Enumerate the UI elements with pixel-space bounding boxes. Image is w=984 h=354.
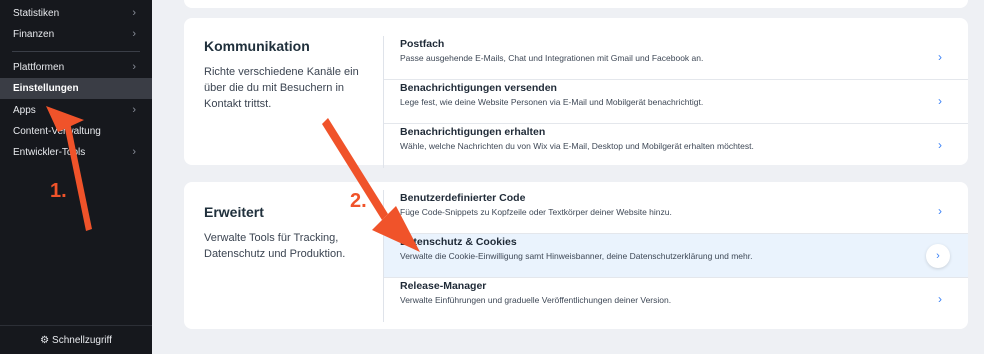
row-title: Benutzerdefinierter Code	[400, 192, 526, 204]
row-description: Verwalte Einführungen und graduelle Verö…	[400, 295, 672, 305]
section-card-erweitert: Erweitert Verwalte Tools für Tracking, D…	[184, 182, 968, 329]
gear-icon: ⚙	[40, 335, 50, 346]
row-title: Release-Manager	[400, 280, 487, 292]
row-datenschutz-cookies[interactable]: Datenschutz & Cookies Verwalte die Cooki…	[384, 234, 968, 278]
row-release-manager[interactable]: Release-Manager Verwalte Einführungen un…	[384, 278, 968, 322]
section-info: Erweitert Verwalte Tools für Tracking, D…	[204, 204, 369, 262]
row-description: Verwalte die Cookie-Einwilligung samt Hi…	[400, 251, 753, 261]
quick-access-label: Schnellzugriff	[52, 335, 112, 346]
row-benachrichtigungen-versenden[interactable]: Benachrichtigungen versenden Lege fest, …	[384, 80, 968, 124]
chevron-right-icon: ›	[926, 244, 950, 268]
sidebar-item-label: Plattformen	[13, 62, 65, 73]
sidebar-item-label: Entwickler-Tools	[13, 147, 86, 158]
chevron-right-icon: ›	[132, 104, 136, 116]
row-postfach[interactable]: Postfach Passe ausgehende E-Mails, Chat …	[384, 36, 968, 80]
sidebar-item-entwickler-tools[interactable]: Entwickler-Tools ›	[0, 142, 152, 163]
sidebar-item-label: Content-Verwaltung	[13, 126, 101, 137]
row-benachrichtigungen-erhalten[interactable]: Benachrichtigungen erhalten Wähle, welch…	[384, 124, 968, 168]
row-title: Benachrichtigungen versenden	[400, 82, 557, 94]
step-2-label: 2.	[350, 190, 367, 212]
section-title: Erweitert	[204, 204, 264, 220]
section-description: Richte verschiedene Kanäle ein über die …	[204, 66, 359, 110]
chevron-right-icon: ›	[132, 61, 136, 73]
chevron-right-icon: ›	[938, 292, 942, 306]
sidebar-item-label: Apps	[13, 105, 36, 116]
row-description: Füge Code-Snippets zu Kopfzeile oder Tex…	[400, 207, 672, 217]
previous-section-card	[184, 0, 968, 8]
chevron-right-icon: ›	[938, 138, 942, 152]
row-title: Postfach	[400, 38, 445, 50]
chevron-right-icon: ›	[132, 7, 136, 19]
row-benutzerdefinierter-code[interactable]: Benutzerdefinierter Code Füge Code-Snipp…	[384, 190, 968, 234]
sidebar-item-apps[interactable]: Apps ›	[0, 100, 152, 121]
section-title: Kommunikation	[204, 38, 310, 54]
section-description: Verwalte Tools für Tracking, Datenschutz…	[204, 232, 346, 260]
sidebar-item-statistiken[interactable]: Statistiken ›	[0, 3, 152, 24]
sidebar-item-einstellungen[interactable]: Einstellungen	[0, 78, 152, 99]
sidebar-item-label: Finanzen	[13, 29, 55, 40]
sidebar-item-finanzen[interactable]: Finanzen ›	[0, 24, 152, 45]
sidebar-item-label: Statistiken	[13, 8, 60, 19]
section-card-kommunikation: Kommunikation Richte verschiedene Kanäle…	[184, 18, 968, 168]
chevron-right-icon: ›	[938, 204, 942, 218]
row-title: Datenschutz & Cookies	[400, 236, 517, 248]
chevron-right-icon: ›	[132, 146, 136, 158]
quick-access-button[interactable]: ⚙ Schnellzugriff	[0, 325, 152, 354]
sidebar-item-label: Einstellungen	[13, 83, 79, 94]
sidebar-item-plattformen[interactable]: Plattformen ›	[0, 57, 152, 78]
sidebar-divider	[12, 51, 140, 52]
section-rows: Postfach Passe ausgehende E-Mails, Chat …	[383, 36, 968, 168]
section-info: Kommunikation Richte verschiedene Kanäle…	[204, 38, 369, 112]
step-1-label: 1.	[50, 180, 67, 202]
sidebar-item-content-verwaltung[interactable]: Content-Verwaltung	[0, 121, 152, 142]
chevron-right-icon: ›	[938, 50, 942, 64]
row-description: Wähle, welche Nachrichten du von Wix via…	[400, 141, 754, 151]
chevron-right-icon: ›	[938, 94, 942, 108]
row-title: Benachrichtigungen erhalten	[400, 126, 546, 138]
row-description: Passe ausgehende E-Mails, Chat und Integ…	[400, 53, 704, 63]
chevron-right-icon: ›	[132, 28, 136, 40]
row-description: Lege fest, wie deine Website Personen vi…	[400, 97, 704, 107]
sidebar: Statistiken › Finanzen › Plattformen › E…	[0, 0, 152, 354]
section-rows: Benutzerdefinierter Code Füge Code-Snipp…	[383, 190, 968, 322]
